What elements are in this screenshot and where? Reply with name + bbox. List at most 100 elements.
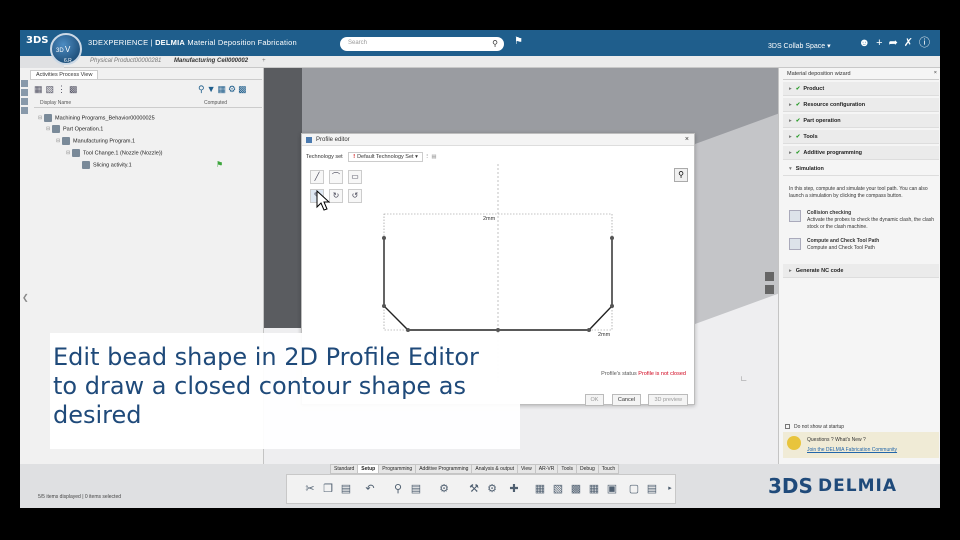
right-side-toolbar <box>765 272 777 298</box>
sidebar-icon[interactable] <box>21 107 28 114</box>
display-icon[interactable]: ▩ <box>69 84 81 94</box>
filter-icon[interactable]: ▼ <box>207 84 218 94</box>
help-icon[interactable]: ⓘ <box>919 37 936 49</box>
startup-option[interactable]: Do not show at startup <box>785 424 844 430</box>
rotate-tool-icon[interactable]: ↻ <box>329 189 343 203</box>
wizard-step-tools[interactable]: ▸ ✔ Tools <box>783 130 939 144</box>
document-tabs: Physical Product00000281 Manufacturing C… <box>64 56 940 68</box>
undo-tool-icon[interactable]: ↺ <box>348 189 362 203</box>
side-tool-icon[interactable] <box>765 272 774 281</box>
cut-icon[interactable]: ✂ <box>303 482 317 496</box>
toolpath-icon[interactable]: ⚙ <box>437 482 451 496</box>
tab-standard[interactable]: Standard <box>330 464 359 474</box>
tab-touch[interactable]: Touch <box>597 464 620 474</box>
panel-header: Activities Process View <box>30 70 262 80</box>
tab-add-button[interactable]: + <box>262 58 266 64</box>
zoom-fit-icon[interactable]: ⚲ <box>674 168 688 182</box>
tree-item[interactable]: ⊟ Manufacturing Program.1 <box>56 137 135 147</box>
panel-toolbar: ▦▧⋮▩ <box>34 84 81 95</box>
wizard-step-additive[interactable]: ▸ ✔ Additive programming <box>783 146 939 160</box>
wizard-step-product[interactable]: ▸ ✔ Product <box>783 82 939 96</box>
caption-line: Edit bead shape in 2D Profile Editor <box>53 343 479 371</box>
filter-tree-icon[interactable]: ▦ <box>34 84 46 94</box>
step-label: Generate NC code <box>795 268 844 274</box>
settings-icon[interactable]: ⚙ <box>228 84 238 94</box>
left-sidebar <box>20 78 30 128</box>
stock-icon[interactable]: ▧ <box>551 482 565 496</box>
panel-title[interactable]: Activities Process View <box>30 70 99 79</box>
sidebar-icon[interactable] <box>21 89 28 96</box>
sidebar-icon[interactable] <box>21 80 28 87</box>
preview-button[interactable]: 3D preview <box>648 394 688 406</box>
wizard-step-simulation[interactable]: ▾ Simulation <box>783 162 939 176</box>
wizard-step-resource[interactable]: ▸ ✔ Resource configuration <box>783 98 939 112</box>
wizard-step-part-operation[interactable]: ▸ ✔ Part operation <box>783 114 939 128</box>
tab-debug[interactable]: Debug <box>576 464 599 474</box>
search-icon[interactable]: ⚲ <box>492 39 498 48</box>
tree-item[interactable]: ⊟ Machining Programs_Behavior00000025 <box>38 114 155 124</box>
cube-icon[interactable]: ▣ <box>605 482 619 496</box>
paste-icon[interactable]: ▤ <box>339 482 353 496</box>
robot-icon[interactable]: ⚙ <box>485 482 499 496</box>
compass-button[interactable]: 3D V 6.R <box>50 33 82 65</box>
startup-checkbox[interactable] <box>785 424 790 430</box>
tab-additive-programming[interactable]: Additive Programming <box>415 464 473 474</box>
arc-tool-icon[interactable]: ⌒ <box>329 170 343 184</box>
tab-analysis-output[interactable]: Analysis & output <box>471 464 519 474</box>
tools-icon[interactable]: ✗ <box>904 37 919 49</box>
ok-button[interactable]: OK <box>584 394 605 406</box>
close-icon[interactable]: × <box>934 70 937 76</box>
community-link[interactable]: Join the DELMIA Fabrication Community <box>807 447 897 453</box>
grid-icon[interactable]: ▩ <box>238 84 249 94</box>
search-icon[interactable]: ⚲ <box>198 84 207 94</box>
plus-icon[interactable]: + <box>876 37 888 49</box>
action-bar: ✂ ❐ ▤ ↶ ⚲ ▤ ⚙ ⚒ ⚙ ✚ ▦ ▧ ▩ ▦ ▣ ▢ ▤ ▸ <box>286 474 676 504</box>
tab-view[interactable]: View <box>517 464 536 474</box>
search-input[interactable]: Search ⚲ <box>340 37 504 51</box>
share-icon[interactable]: ➦ <box>889 37 904 49</box>
compass-play-icon: V <box>65 45 71 54</box>
tree-item[interactable]: Slicing activity.1 <box>82 161 132 171</box>
check-icon: ✔ <box>795 150 801 156</box>
tab-ar-vr[interactable]: AR-VR <box>534 464 559 474</box>
table-icon[interactable]: ▦ <box>218 84 229 94</box>
tree-item[interactable]: ⊟ Part Operation.1 <box>46 125 103 135</box>
search-icon[interactable]: ⚲ <box>391 482 405 496</box>
layers-icon[interactable]: ▤ <box>645 482 659 496</box>
tree-item[interactable]: ⊟ Tool Change.1 (Nozzle (Nozzle)) <box>66 149 162 159</box>
machine-icon[interactable]: ⚒ <box>467 482 481 496</box>
expand-icon[interactable]: ▧ <box>46 84 58 94</box>
tab-physical-product[interactable]: Physical Product00000281 <box>90 58 161 64</box>
axis-icon[interactable]: ✚ <box>507 482 521 496</box>
user-icon[interactable]: ☻ <box>859 37 877 49</box>
tab-programming[interactable]: Programming <box>378 464 417 474</box>
column-computed[interactable]: Computed <box>204 100 227 106</box>
technology-grid-icon[interactable]: ▦ <box>431 154 436 160</box>
part-icon[interactable]: ▦ <box>533 482 547 496</box>
tab-manufacturing-cell[interactable]: Manufacturing Cell000002 <box>174 58 248 64</box>
close-icon[interactable]: × <box>685 136 689 143</box>
more-arrow-icon[interactable]: ▸ <box>663 482 677 496</box>
technology-set-select[interactable]: ! Default Technology Set ▾ <box>348 152 423 162</box>
cancel-button[interactable]: Cancel <box>611 394 642 406</box>
tab-tools[interactable]: Tools <box>557 464 578 474</box>
copy-icon[interactable]: ❐ <box>321 482 335 496</box>
tab-setup[interactable]: Setup <box>357 464 380 474</box>
box-icon[interactable]: ▢ <box>627 482 641 496</box>
side-tool-icon[interactable] <box>765 285 774 294</box>
line-tool-icon[interactable]: ╱ <box>310 170 324 184</box>
column-display-name[interactable]: Display Name <box>40 100 71 106</box>
mouse-cursor-icon <box>316 190 330 211</box>
sidebar-icon[interactable] <box>21 98 28 105</box>
undo-icon[interactable]: ↶ <box>363 482 377 496</box>
grid-icon[interactable]: ▦ <box>587 482 601 496</box>
tag-icon[interactable]: ⚑ <box>514 36 523 47</box>
book-icon[interactable]: ▤ <box>409 482 423 496</box>
profile-tool-icon[interactable]: ▭ <box>348 170 362 184</box>
collab-space-selector[interactable]: 3DS Collab Space ▾ <box>768 42 831 50</box>
wizard-step-generate-nc[interactable]: ▸ Generate NC code <box>783 264 939 278</box>
fixture-icon[interactable]: ▩ <box>569 482 583 496</box>
brand-name: 3DEXPERIENCE <box>88 38 149 47</box>
options-icon[interactable]: ⋮ <box>57 84 69 94</box>
collapse-left-icon[interactable]: ❮ <box>22 293 29 302</box>
